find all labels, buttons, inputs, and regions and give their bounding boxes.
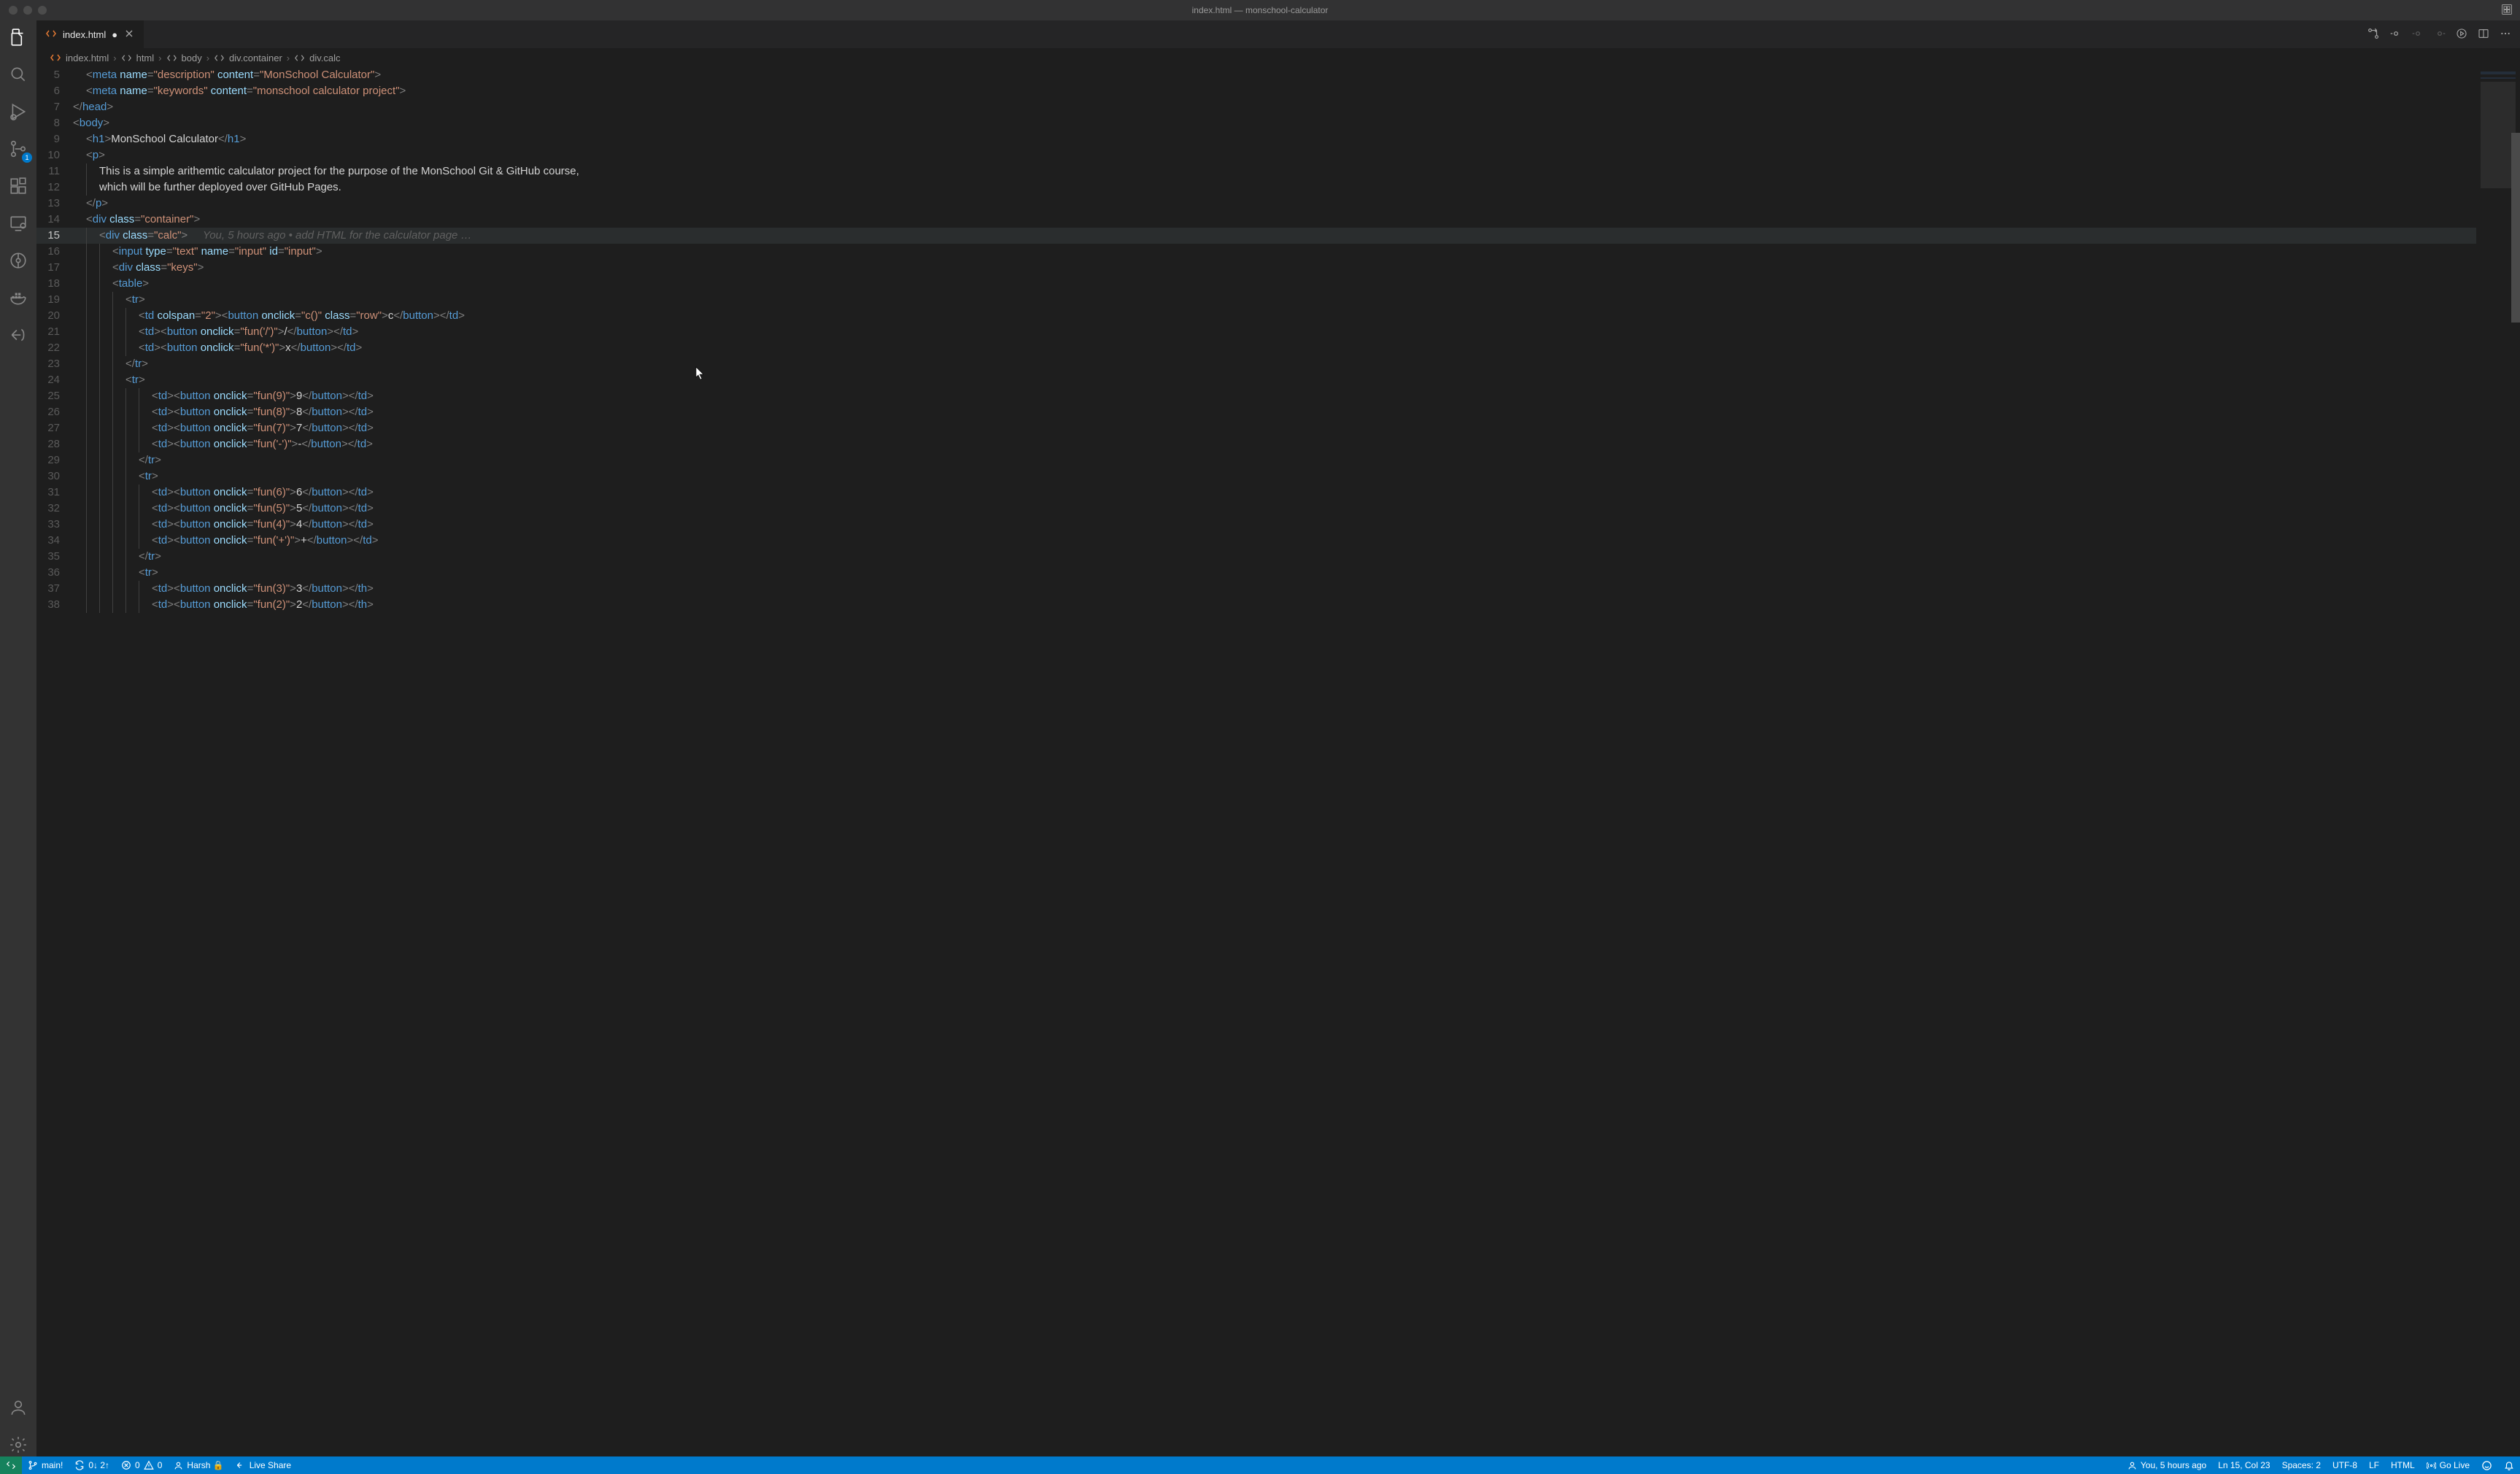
notifications-icon[interactable] [2498,1456,2520,1474]
activity-bar: 1 [0,20,36,1456]
scrollbar-thumb[interactable] [2511,133,2520,323]
split-editor-icon[interactable] [2478,28,2489,42]
tab-close-icon[interactable] [123,28,135,42]
tab-filename: index.html [63,29,106,40]
breadcrumb-body[interactable]: body [182,53,202,63]
breadcrumb-container[interactable]: div.container [229,53,282,63]
run-debug-icon[interactable] [9,102,28,123]
code-area[interactable]: 5<meta name="description" content="MonSc… [36,67,2476,1456]
extensions-icon[interactable] [9,177,28,198]
docker-icon[interactable] [9,288,28,309]
customize-layout-icon[interactable] [2501,4,2513,18]
user-button[interactable]: Harsh 🔒 [168,1456,229,1474]
problems-button[interactable]: 0 0 [115,1456,168,1474]
more-actions-icon[interactable] [2500,28,2511,42]
encoding[interactable]: UTF-8 [2327,1456,2363,1474]
editor[interactable]: 5<meta name="description" content="MonSc… [36,67,2520,1456]
sync-button[interactable]: 0↓ 2↑ [69,1456,115,1474]
branch-name: main! [42,1460,63,1470]
eol[interactable]: LF [2363,1456,2385,1474]
chevron-right-icon: › [113,53,116,63]
live-share-label: Live Share [250,1460,291,1470]
tab-dirty-indicator: ● [112,29,117,40]
html-file-icon [50,52,61,63]
remote-explorer-icon[interactable] [9,214,28,235]
breadcrumb-file[interactable]: index.html [66,53,109,63]
editor-actions [2358,20,2520,48]
settings-gear-icon[interactable] [9,1435,28,1456]
live-share-icon[interactable] [9,325,28,347]
symbol-icon [121,53,132,63]
error-count: 0 [135,1460,140,1470]
search-icon[interactable] [9,65,28,86]
go-live-button[interactable]: Go Live [2421,1456,2475,1474]
gitlens-blame: You, 5 hours ago • add HTML for the calc… [203,229,472,242]
account-icon[interactable] [9,1398,28,1419]
code-text: MonSchool Calculator [111,133,218,145]
blame-status[interactable]: You, 5 hours ago [2122,1456,2212,1474]
status-bar: main! 0↓ 2↑ 0 0 Harsh 🔒 Live Share You, … [0,1456,2520,1474]
nav-prev-icon[interactable] [2412,28,2424,42]
minimize-window-icon[interactable] [23,6,32,15]
breadcrumb-calc[interactable]: div.calc [309,53,340,63]
feedback-icon[interactable] [2475,1456,2498,1474]
symbol-icon [294,53,305,63]
nav-next-icon[interactable] [2434,28,2446,42]
explorer-icon[interactable] [9,28,28,49]
go-live-label: Go Live [2440,1460,2470,1470]
editor-tabs: index.html ● [36,20,2520,48]
chevron-right-icon: › [287,53,290,63]
warning-count: 0 [158,1460,163,1470]
indentation[interactable]: Spaces: 2 [2276,1456,2327,1474]
symbol-icon [214,53,225,63]
sync-status: 0↓ 2↑ [88,1460,109,1470]
breadcrumb[interactable]: index.html › html › body › div.container… [36,48,2520,67]
run-icon[interactable] [2456,28,2467,42]
html-file-icon [45,28,57,42]
chevron-right-icon: › [206,53,209,63]
remote-indicator[interactable] [0,1456,22,1474]
nav-back-icon[interactable] [2390,28,2402,42]
tab-index-html[interactable]: index.html ● [36,20,144,48]
window-titlebar: index.html — monschool-calculator [0,0,2520,20]
chevron-right-icon: › [158,53,161,63]
git-branch-button[interactable]: main! [22,1456,69,1474]
cursor-position[interactable]: Ln 15, Col 23 [2212,1456,2276,1474]
language-mode[interactable]: HTML [2385,1456,2421,1474]
breadcrumb-html[interactable]: html [136,53,155,63]
scrollbar[interactable] [2511,67,2520,1456]
code-text: which will be further deployed over GitH… [99,181,341,193]
window-title: index.html — monschool-calculator [1192,5,1329,15]
blame-text: You, 5 hours ago [2141,1460,2206,1470]
maximize-window-icon[interactable] [38,6,47,15]
live-share-button[interactable]: Live Share [230,1456,297,1474]
user-name: Harsh 🔒 [187,1460,223,1470]
source-control-icon[interactable]: 1 [9,139,28,161]
code-text: monschool calculator project [257,85,395,97]
open-changes-icon[interactable] [2367,27,2380,42]
gitlens-icon[interactable] [9,251,28,272]
close-window-icon[interactable] [9,6,18,15]
traffic-lights [9,6,47,15]
mouse-cursor-icon [695,366,706,381]
symbol-icon [166,53,177,63]
scm-badge: 1 [22,153,32,163]
code-text: This is a simple arithemtic calculator p… [99,165,579,177]
